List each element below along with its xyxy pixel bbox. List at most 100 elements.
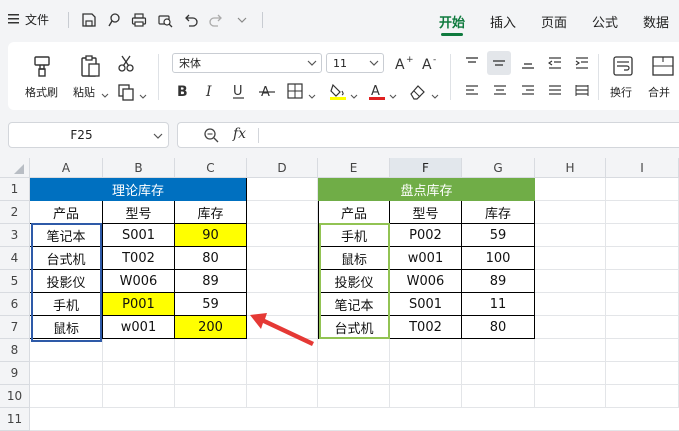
eraser-dropdown-icon[interactable] (431, 89, 439, 103)
decrease-font-icon[interactable]: A- (421, 53, 441, 73)
print-icon[interactable] (129, 10, 149, 30)
redo-icon[interactable] (206, 10, 226, 30)
distributed-icon[interactable] (572, 81, 592, 101)
table-cell[interactable]: S001 (390, 293, 462, 316)
table-header-cell[interactable]: 库存 (175, 201, 247, 224)
tab-insert[interactable]: 插入 (490, 12, 516, 31)
table-cell[interactable]: T002 (103, 247, 175, 270)
tab-home[interactable]: 开始 (439, 12, 465, 31)
column-header-a[interactable]: A (30, 158, 103, 178)
row-header-6[interactable]: 6 (0, 293, 30, 316)
fx-label[interactable]: fx (233, 126, 246, 142)
table-cell[interactable]: 89 (175, 270, 247, 293)
table-cell[interactable]: w001 (390, 247, 462, 270)
table-cell[interactable]: P001 (103, 293, 175, 316)
row-header-5[interactable]: 5 (0, 270, 30, 293)
column-header-h[interactable]: H (535, 158, 606, 178)
column-header-i[interactable]: I (606, 158, 679, 178)
save-icon[interactable] (79, 10, 99, 30)
table2-title[interactable]: 盘点库存 (318, 178, 535, 201)
row-header-4[interactable]: 4 (0, 247, 30, 270)
tab-data[interactable]: 数据 (643, 12, 669, 31)
wrap-text-button[interactable]: 换行 (606, 52, 640, 100)
row-header-2[interactable]: 2 (0, 201, 30, 224)
name-box[interactable]: F25 (8, 122, 169, 148)
increase-indent-icon[interactable] (572, 53, 592, 73)
table-cell[interactable]: P002 (390, 224, 462, 247)
font-name-select[interactable]: 宋体 (172, 53, 322, 73)
strikethrough-icon[interactable]: A (257, 81, 277, 101)
format-painter-button[interactable]: 格式刷 (22, 52, 62, 100)
table-cell[interactable]: 89 (462, 270, 535, 293)
table-header-cell[interactable]: 型号 (390, 201, 462, 224)
align-right-icon[interactable] (518, 81, 538, 101)
row-header-10[interactable]: 10 (0, 385, 30, 408)
bold-icon[interactable]: B (173, 81, 193, 101)
row-header-1[interactable]: 1 (0, 178, 30, 201)
menu-button[interactable]: 文件 (8, 11, 49, 28)
table-header-cell[interactable]: 产品 (318, 201, 390, 224)
align-bottom-icon[interactable] (518, 53, 538, 73)
eraser-icon[interactable] (407, 81, 427, 101)
table-cell[interactable]: 100 (462, 247, 535, 270)
paste-button[interactable]: 粘贴 (72, 52, 112, 100)
table-cell[interactable]: 80 (462, 316, 535, 339)
font-color-icon[interactable]: A (367, 81, 387, 101)
table-cell[interactable]: 59 (175, 293, 247, 316)
decrease-indent-icon[interactable] (545, 53, 565, 73)
select-all-corner[interactable] (0, 158, 30, 178)
column-header-e[interactable]: E (318, 158, 390, 178)
row-header-3[interactable]: 3 (0, 224, 30, 247)
dropdown-icon[interactable] (232, 10, 252, 30)
print-preview-icon[interactable] (155, 10, 175, 30)
row-header-11[interactable]: 11 (0, 408, 30, 431)
column-header-c[interactable]: C (175, 158, 247, 178)
table-cell[interactable]: w001 (103, 316, 175, 339)
align-top-icon[interactable] (462, 53, 482, 73)
table-cell[interactable]: S001 (103, 224, 175, 247)
font-color-dropdown-icon[interactable] (389, 89, 397, 103)
tab-page[interactable]: 页面 (541, 12, 567, 31)
table-cell[interactable]: 200 (175, 316, 247, 339)
table-header-cell[interactable]: 型号 (103, 201, 175, 224)
table-cell[interactable]: 80 (175, 247, 247, 270)
merge-button[interactable]: 合并 (646, 52, 679, 100)
column-header-f[interactable]: F (390, 158, 462, 178)
zoom-search-icon[interactable] (203, 127, 219, 146)
underline-icon[interactable]: U (229, 81, 249, 101)
undo-icon[interactable] (181, 10, 201, 30)
table1-title[interactable]: 理论库存 (30, 178, 247, 201)
column-header-b[interactable]: B (103, 158, 175, 178)
fill-color-icon[interactable] (328, 81, 348, 101)
format-painter-icon[interactable] (104, 10, 124, 30)
fill-color-dropdown-icon[interactable] (350, 89, 358, 103)
table-cell[interactable]: 90 (175, 224, 247, 247)
chevron-down-icon[interactable] (153, 130, 163, 144)
row-header-9[interactable]: 9 (0, 362, 30, 385)
tab-formula[interactable]: 公式 (592, 12, 618, 31)
table-cell[interactable]: 59 (462, 224, 535, 247)
align-middle-icon[interactable] (487, 51, 511, 75)
column-header-g[interactable]: G (462, 158, 535, 178)
border-icon[interactable] (285, 81, 305, 101)
table-cell[interactable]: W006 (390, 270, 462, 293)
table-header-cell[interactable]: 产品 (30, 201, 103, 224)
border-dropdown-icon[interactable] (308, 89, 316, 103)
table-cell[interactable]: 11 (462, 293, 535, 316)
column-header-d[interactable]: D (247, 158, 318, 178)
formula-input[interactable]: fx (177, 122, 679, 148)
table-header-cell[interactable]: 库存 (462, 201, 535, 224)
justify-icon[interactable] (545, 81, 565, 101)
row-header-7[interactable]: 7 (0, 316, 30, 339)
table-cell[interactable]: W006 (103, 270, 175, 293)
align-left-icon[interactable] (462, 81, 482, 101)
row-header-8[interactable]: 8 (0, 339, 30, 362)
cut-icon[interactable] (116, 54, 136, 74)
increase-font-icon[interactable]: A + (394, 53, 414, 73)
align-center-icon[interactable] (490, 81, 510, 101)
italic-icon[interactable]: I (201, 81, 221, 101)
font-size-select[interactable]: 11 (326, 53, 384, 73)
copy-dropdown-icon[interactable] (139, 89, 147, 103)
table-cell[interactable]: T002 (390, 316, 462, 339)
copy-icon[interactable] (116, 82, 136, 102)
